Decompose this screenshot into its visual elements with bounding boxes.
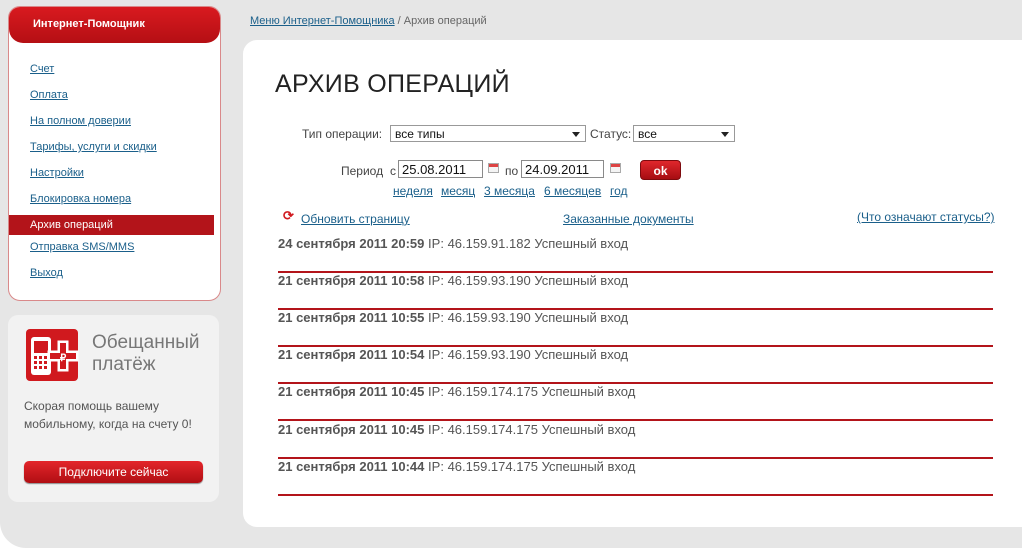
sidebar-item-archive[interactable]: Архив операций <box>9 215 214 235</box>
operation-type-select[interactable]: все типы <box>390 125 586 142</box>
ordered-documents-link[interactable]: Заказанные документы <box>563 212 694 226</box>
operation-row: 24 сентября 2011 20:59 IP: 46.159.91.182… <box>278 236 993 273</box>
promo-text: Скорая помощь вашему мобильному, когда н… <box>24 399 192 431</box>
operation-status: Успешный вход <box>541 384 636 399</box>
sidebar-item-label[interactable]: Блокировка номера <box>30 193 131 205</box>
period-year-link[interactable]: год <box>610 184 628 198</box>
operation-datetime: 21 сентября 2011 10:54 <box>278 347 425 362</box>
operation-datetime: 21 сентября 2011 10:55 <box>278 310 425 325</box>
operation-ip: 46.159.93.190 <box>447 310 531 325</box>
sidebar-item-payment[interactable]: Оплата <box>9 89 220 115</box>
operation-row: 21 сентября 2011 10:45 IP: 46.159.174.17… <box>278 384 993 421</box>
operation-type-label: Тип операции: <box>302 127 383 141</box>
period-6months-link[interactable]: 6 месяцев <box>544 184 601 198</box>
operation-status: Успешный вход <box>534 310 629 325</box>
breadcrumb-parent-link[interactable]: Меню Интернет-Помощника <box>250 15 395 27</box>
operation-ip: 46.159.91.182 <box>447 236 531 251</box>
chevron-down-icon <box>572 132 580 137</box>
calendar-icon[interactable] <box>610 163 621 173</box>
operation-status: Успешный вход <box>534 347 629 362</box>
promo-title-line1: Обещанный <box>92 332 200 353</box>
period-week-link[interactable]: неделя <box>393 184 433 198</box>
operation-datetime: 21 сентября 2011 10:45 <box>278 422 425 437</box>
operation-status: Успешный вход <box>541 459 636 474</box>
chevron-down-icon <box>721 132 729 137</box>
svg-text:₽: ₽ <box>60 353 67 364</box>
operation-ip: 46.159.174.175 <box>447 422 538 437</box>
sidebar-item-label: Архив операций <box>30 219 113 231</box>
refresh-icon[interactable]: ⟳ <box>283 208 294 224</box>
operation-datetime: 21 сентября 2011 10:58 <box>278 273 425 288</box>
refresh-page-link[interactable]: Обновить страницу <box>301 212 410 226</box>
sidebar-title: Интернет-Помощник <box>9 7 220 43</box>
breadcrumb-separator: / <box>397 15 401 27</box>
sidebar-item-label[interactable]: Счет <box>30 63 54 75</box>
sidebar-item-tariffs[interactable]: Тарифы, услуги и скидки <box>9 141 220 167</box>
sidebar-item-label[interactable]: Выход <box>30 267 63 279</box>
status-select[interactable]: все <box>633 125 735 142</box>
ok-button[interactable]: ok <box>640 160 681 180</box>
operation-type-value: все типы <box>395 127 445 141</box>
operation-status: Успешный вход <box>534 236 629 251</box>
sidebar-item-settings[interactable]: Настройки <box>9 167 220 193</box>
period-to-label: по <box>505 164 519 178</box>
sidebar-item-label[interactable]: Отправка SMS/MMS <box>30 241 134 253</box>
sidebar-menu: Интернет-Помощник Счет Оплата На полном … <box>8 6 221 301</box>
operation-row: 21 сентября 2011 10:45 IP: 46.159.174.17… <box>278 422 993 459</box>
phone-plus-icon: ₽ <box>26 329 79 381</box>
operation-ip: 46.159.174.175 <box>447 459 538 474</box>
sidebar-item-label[interactable]: Настройки <box>30 167 84 179</box>
sidebar-item-trust[interactable]: На полном доверии <box>9 115 220 141</box>
period-label: Период <box>341 164 384 178</box>
breadcrumb: Меню Интернет-Помощника / Архив операций <box>250 15 487 27</box>
sidebar-item-sms-mms[interactable]: Отправка SMS/MMS <box>9 241 220 267</box>
operation-status: Успешный вход <box>534 273 629 288</box>
date-to-input[interactable]: 24.09.2011 <box>521 160 604 178</box>
page-title: АРХИВ ОПЕРАЦИЙ <box>275 70 510 98</box>
operation-ip-label: IP: <box>428 236 444 251</box>
statuses-help-link[interactable]: (Что означают статусы?) <box>857 210 995 224</box>
operation-datetime: 21 сентября 2011 10:44 <box>278 459 425 474</box>
operation-datetime: 24 сентября 2011 20:59 <box>278 236 425 251</box>
operation-ip-label: IP: <box>428 422 444 437</box>
promo-title: Обещанный платёж <box>92 332 199 376</box>
promised-payment-promo: ₽ Обещанный платёж Скорая помощь вашему … <box>8 315 219 502</box>
status-label: Статус: <box>590 127 632 141</box>
promo-title-line2: платёж <box>92 354 156 375</box>
operation-row: 21 сентября 2011 10:44 IP: 46.159.174.17… <box>278 459 993 496</box>
operation-ip-label: IP: <box>428 459 444 474</box>
operation-row: 21 сентября 2011 10:58 IP: 46.159.93.190… <box>278 273 993 310</box>
operation-ip-label: IP: <box>428 384 444 399</box>
operation-ip: 46.159.93.190 <box>447 347 531 362</box>
operation-row: 21 сентября 2011 10:55 IP: 46.159.93.190… <box>278 310 993 347</box>
date-from-input[interactable]: 25.08.2011 <box>398 160 483 178</box>
sidebar-item-label[interactable]: Оплата <box>30 89 68 101</box>
sidebar-list: Счет Оплата На полном доверии Тарифы, ус… <box>9 63 220 293</box>
operation-row: 21 сентября 2011 10:54 IP: 46.159.93.190… <box>278 347 993 384</box>
operation-datetime: 21 сентября 2011 10:45 <box>278 384 425 399</box>
operation-ip-label: IP: <box>428 347 444 362</box>
calendar-icon[interactable] <box>488 163 499 173</box>
period-month-link[interactable]: месяц <box>441 184 475 198</box>
sidebar-item-logout[interactable]: Выход <box>9 267 220 293</box>
operation-ip-label: IP: <box>428 310 444 325</box>
operation-status: Успешный вход <box>541 422 636 437</box>
operation-ip-label: IP: <box>428 273 444 288</box>
period-from-label: с <box>390 164 396 178</box>
operation-ip: 46.159.93.190 <box>447 273 531 288</box>
connect-now-button[interactable]: Подключите сейчас <box>24 461 203 483</box>
sidebar-item-label[interactable]: Тарифы, услуги и скидки <box>30 141 157 153</box>
sidebar-item-label[interactable]: На полном доверии <box>30 115 131 127</box>
operation-ip: 46.159.174.175 <box>447 384 538 399</box>
period-3months-link[interactable]: 3 месяца <box>484 184 535 198</box>
breadcrumb-current: Архив операций <box>403 15 487 27</box>
status-value: все <box>638 127 657 141</box>
sidebar-item-account[interactable]: Счет <box>9 63 220 89</box>
